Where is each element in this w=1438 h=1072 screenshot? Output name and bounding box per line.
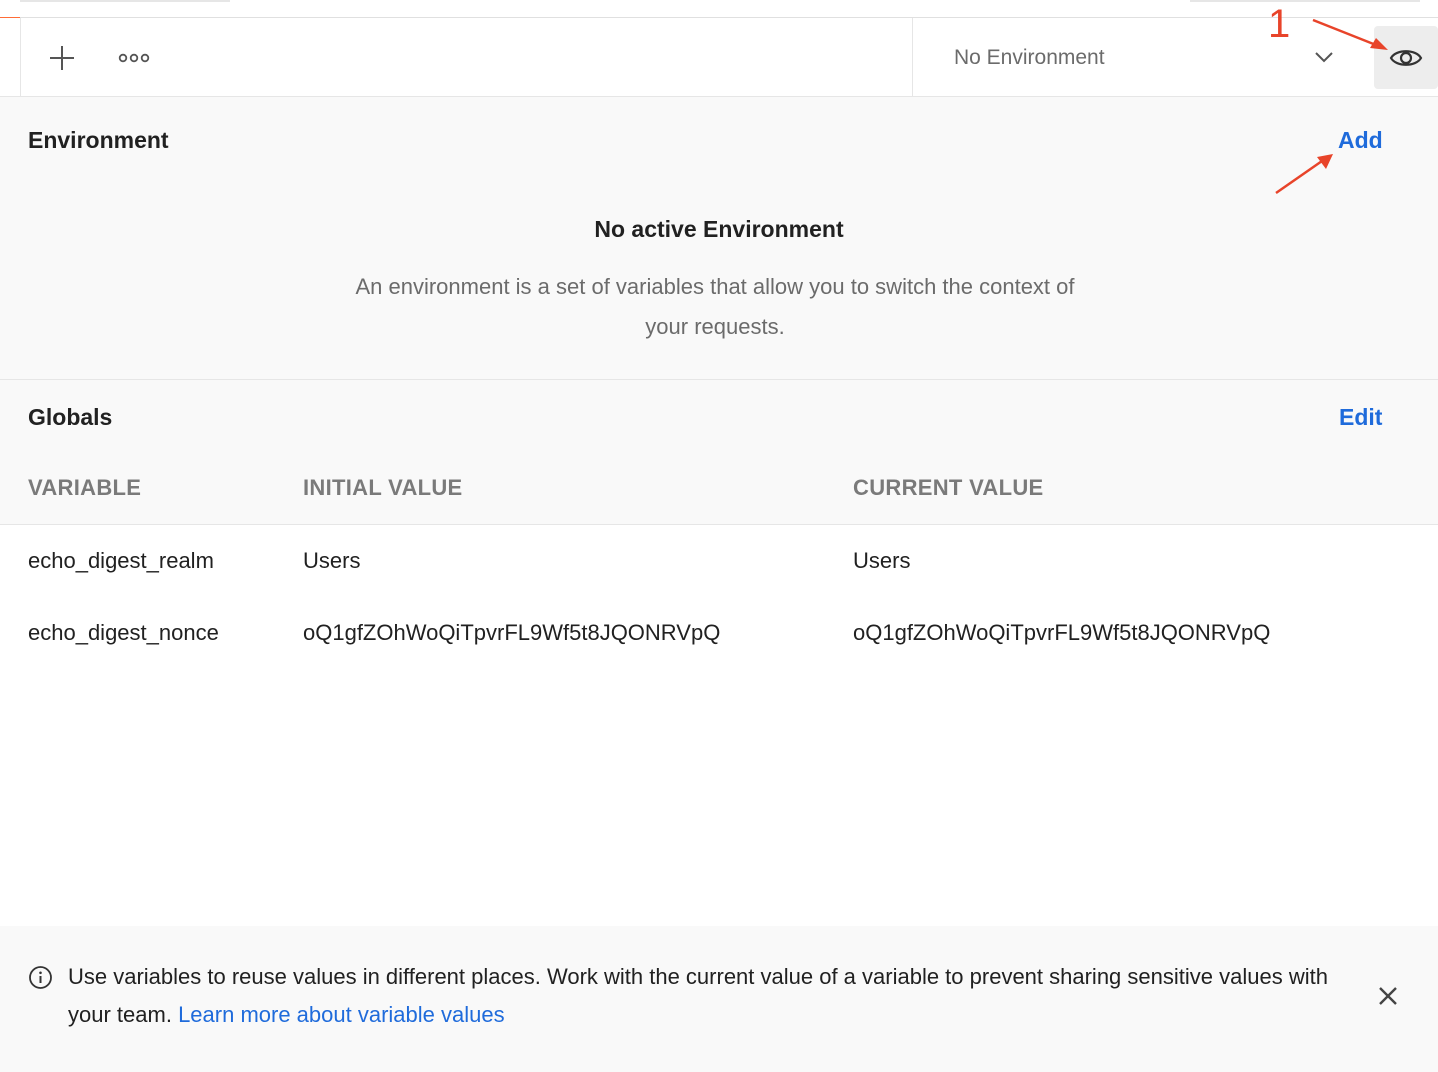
edit-globals-button[interactable]: Edit: [1339, 404, 1382, 431]
column-header-initial-value: INITIAL VALUE: [303, 475, 463, 500]
empty-state-title: No active Environment: [594, 216, 844, 242]
variable-name-cell: echo_digest_nonce: [28, 620, 219, 645]
new-tab-button[interactable]: [40, 38, 84, 78]
tab-strip-segment: [1190, 0, 1420, 2]
column-header-variable: VARIABLE: [28, 475, 142, 500]
toolbar-divider: [20, 18, 21, 97]
learn-more-link[interactable]: Learn more about variable values: [178, 1002, 505, 1027]
close-icon: [1379, 987, 1397, 1005]
table-row: echo_digest_realm Users Users: [0, 526, 1438, 598]
top-tab-strip: [0, 0, 1438, 18]
info-icon: [29, 966, 52, 989]
tab-strip-segment: [20, 0, 230, 2]
initial-value-cell: oQ1gfZOhWoQiTpvrFL9Wf5t8JQONRVpQ: [303, 620, 721, 645]
more-horizontal-icon: [118, 53, 150, 63]
variable-name-cell: echo_digest_realm: [28, 548, 214, 573]
info-message: Use variables to reuse values in differe…: [68, 958, 1328, 1034]
current-value-cell: Users: [853, 548, 911, 573]
eye-icon: [1389, 49, 1423, 66]
environment-selector[interactable]: No Environment: [913, 18, 1363, 97]
plus-icon: [50, 46, 74, 70]
environment-selector-value: No Environment: [954, 45, 1105, 69]
chevron-down-icon: [1315, 52, 1333, 63]
globals-header: Globals Edit VARIABLE INITIAL VALUE CURR…: [0, 380, 1438, 525]
environment-quick-look-button[interactable]: [1374, 26, 1438, 89]
column-header-current-value: CURRENT VALUE: [853, 475, 1044, 500]
empty-state-description: An environment is a set of variables tha…: [355, 274, 1075, 339]
close-banner-button[interactable]: [1370, 978, 1406, 1014]
current-value-cell: oQ1gfZOhWoQiTpvrFL9Wf5t8JQONRVpQ: [853, 620, 1271, 645]
table-row: echo_digest_nonce oQ1gfZOhWoQiTpvrFL9Wf5…: [0, 598, 1438, 670]
environment-title: Environment: [28, 127, 169, 153]
annotation-step-number: 1: [1268, 2, 1291, 46]
toolbar: No Environment: [0, 18, 1438, 97]
add-environment-button[interactable]: Add: [1338, 127, 1383, 154]
globals-title: Globals: [28, 404, 113, 430]
initial-value-cell: Users: [303, 548, 361, 573]
more-options-button[interactable]: [110, 38, 158, 78]
environment-section: Environment Add No active Environment An…: [0, 97, 1438, 380]
globals-section: Globals Edit VARIABLE INITIAL VALUE CURR…: [0, 380, 1438, 926]
